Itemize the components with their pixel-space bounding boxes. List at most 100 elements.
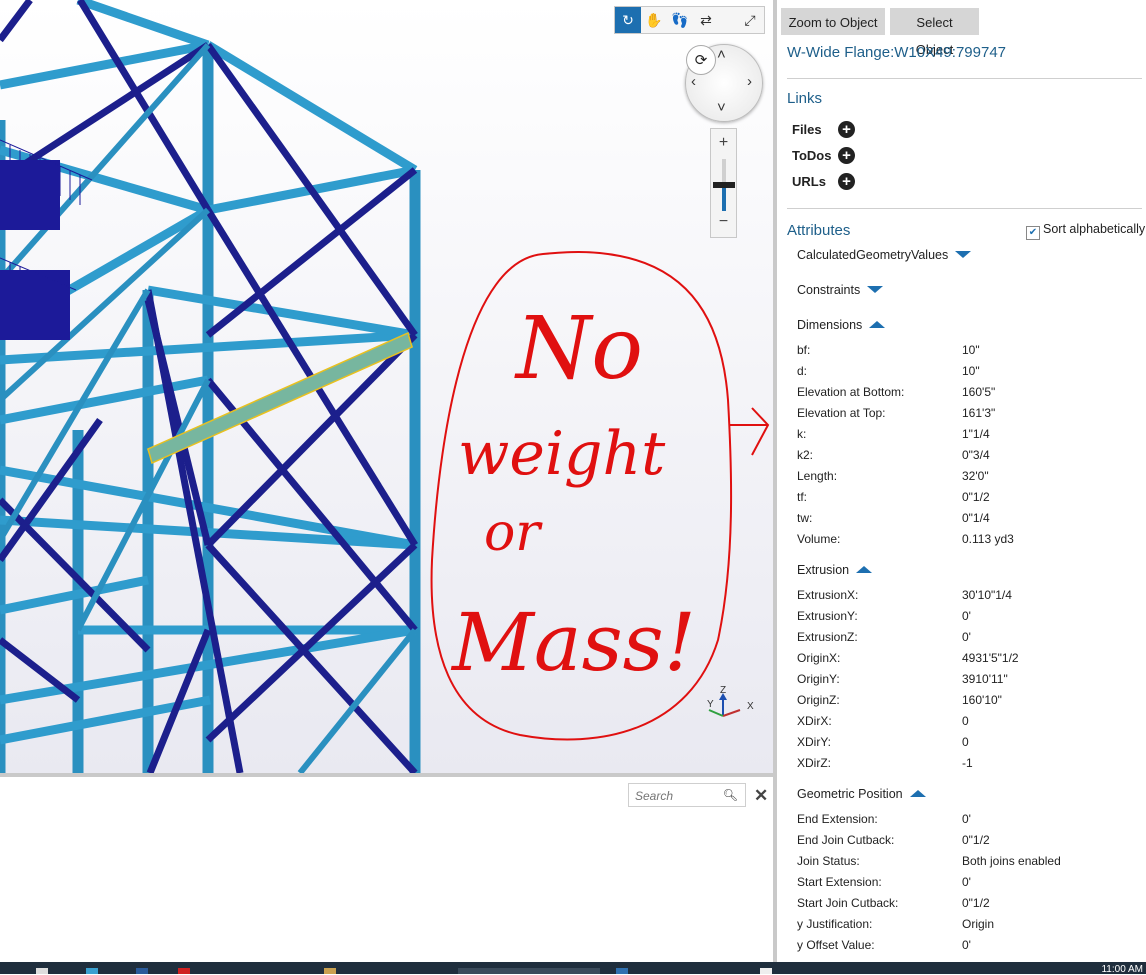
annotation-line-3: or xyxy=(484,503,543,563)
attribute-name: y Justification: xyxy=(797,917,873,931)
dimension-row: d: 10" xyxy=(797,361,1137,382)
attribute-value: -1 xyxy=(962,756,973,770)
attribute-name: ExtrusionY: xyxy=(797,609,858,623)
properties-sidebar: Zoom to Object Select Object W-Wide Flan… xyxy=(777,0,1146,962)
attribute-value: Origin xyxy=(962,917,995,931)
walk-icon[interactable]: 👣 xyxy=(667,7,693,33)
attribute-value: 0 xyxy=(962,735,969,749)
fullscreen-icon[interactable]: ⤢ xyxy=(737,7,763,33)
attribute-value: 0"1/2 xyxy=(962,490,990,504)
zoom-out-button[interactable]: − xyxy=(711,213,736,231)
attribute-value: 32'0" xyxy=(962,469,989,483)
add-file-icon[interactable]: + xyxy=(838,121,855,138)
attribute-value: 0' xyxy=(962,938,971,952)
attribute-value: 0' xyxy=(962,812,971,826)
chevron-down-icon[interactable]: ˅ xyxy=(717,100,726,115)
attributes-heading: Attributes xyxy=(787,222,851,239)
group-geometric-position[interactable]: Geometric Position xyxy=(797,787,926,801)
attribute-name: ExtrusionZ: xyxy=(797,630,858,644)
folder-icon[interactable] xyxy=(324,968,336,974)
dimension-row: Elevation at Top: 161'3" xyxy=(797,403,1137,424)
swap-icon[interactable]: ⇄ xyxy=(693,7,719,33)
steel-structure-model[interactable]: No weight or Mass! xyxy=(0,0,773,773)
extrusion-row: XDirX: 0 xyxy=(797,711,1137,732)
search-icon[interactable]: 🔍︎ xyxy=(723,788,738,802)
select-object-button[interactable]: Select Object xyxy=(890,8,979,57)
geometric-row: End Extension: 0' xyxy=(797,809,1137,830)
app-icon[interactable] xyxy=(86,968,98,974)
model-viewport[interactable]: No weight or Mass! ↻ ✋ 👣 ⇄ ⤢ ˄ ˅ ‹ › ⟳ +… xyxy=(0,0,773,773)
search-input[interactable] xyxy=(633,785,725,807)
attribute-name: End Join Cutback: xyxy=(797,833,895,847)
add-todo-icon[interactable]: + xyxy=(838,147,855,164)
collapse-icon[interactable] xyxy=(869,321,886,328)
attribute-name: OriginZ: xyxy=(797,693,840,707)
browser-icon[interactable] xyxy=(616,968,628,974)
zoom-to-object-button[interactable]: Zoom to Object xyxy=(781,8,885,35)
group-extrusion[interactable]: Extrusion xyxy=(797,563,873,577)
attribute-name: tf: xyxy=(797,490,808,504)
navigation-toolbar: ↻ ✋ 👣 ⇄ ⤢ xyxy=(614,6,765,34)
sort-alphabetically-checkbox[interactable]: ✔ Sort alphabetically xyxy=(1026,222,1145,240)
dimension-row: Length: 32'0" xyxy=(797,466,1137,487)
group-label: Geometric Position xyxy=(797,787,903,801)
attribute-value: 160'10" xyxy=(962,693,1002,707)
orbit-icon[interactable]: ↻ xyxy=(615,7,641,33)
axis-gizmo: Z Y X xyxy=(707,685,754,717)
pan-icon[interactable]: ✋ xyxy=(641,7,667,33)
group-calculated-geometry[interactable]: CalculatedGeometryValues xyxy=(797,248,972,262)
geometric-row: y Offset Value: 0' xyxy=(797,935,1137,956)
axis-y-label: Y xyxy=(707,699,714,710)
geometric-row: Start Extension: 0' xyxy=(797,872,1137,893)
zoom-control: + − xyxy=(710,128,737,238)
attribute-name: OriginY: xyxy=(797,672,840,686)
attribute-value: 0' xyxy=(962,630,971,644)
extrusion-row: OriginZ: 160'10" xyxy=(797,690,1137,711)
expand-icon[interactable] xyxy=(867,286,884,293)
attribute-value: 160'5" xyxy=(962,385,996,399)
close-icon[interactable]: ✕ xyxy=(754,786,768,806)
file-icon[interactable] xyxy=(36,968,48,974)
attribute-value: 0"1/2 xyxy=(962,833,990,847)
group-dimensions[interactable]: Dimensions xyxy=(797,318,886,332)
attribute-name: d: xyxy=(797,364,808,378)
app-icon[interactable] xyxy=(136,968,148,974)
collapse-icon[interactable] xyxy=(856,566,873,573)
group-label: Extrusion xyxy=(797,563,850,577)
checkmark-icon[interactable]: ✔ xyxy=(1026,226,1040,240)
links-urls-label: URLs xyxy=(792,174,826,189)
axis-z-label: Z xyxy=(720,685,726,696)
dimension-row: Volume: 0.113 yd3 xyxy=(797,529,1137,550)
attribute-name: Volume: xyxy=(797,532,841,546)
collapse-icon[interactable] xyxy=(909,790,926,797)
bottom-panel: 🔍︎ ✕ xyxy=(0,773,773,966)
dimension-row: bf: 10" xyxy=(797,340,1137,361)
attribute-value: 1"1/4 xyxy=(962,427,990,441)
app-icon[interactable] xyxy=(760,968,772,974)
links-files-label: Files xyxy=(792,122,822,137)
attribute-name: Start Join Cutback: xyxy=(797,896,899,910)
attribute-name: XDirY: xyxy=(797,735,832,749)
geometric-row: Join Status: Both joins enabled xyxy=(797,851,1137,872)
chevron-up-icon[interactable]: ˄ xyxy=(717,47,726,62)
navigation-wheel[interactable]: ˄ ˅ ‹ › ⟳ xyxy=(685,44,763,122)
attribute-name: Start Extension: xyxy=(797,875,882,889)
geometric-row: Start Join Cutback: 0"1/2 xyxy=(797,893,1137,914)
orbit-center-icon[interactable]: ⟳ xyxy=(686,45,716,75)
links-heading: Links xyxy=(787,90,823,107)
attribute-value: 10" xyxy=(962,364,980,378)
divider xyxy=(787,78,1142,79)
app-icon[interactable] xyxy=(178,968,190,974)
group-constraints[interactable]: Constraints xyxy=(797,283,884,297)
attribute-name: tw: xyxy=(797,511,813,525)
chevron-right-icon[interactable]: › xyxy=(747,74,752,89)
attribute-name: ExtrusionX: xyxy=(797,588,859,602)
add-url-icon[interactable]: + xyxy=(838,173,855,190)
zoom-slider-thumb[interactable] xyxy=(713,182,735,188)
search-box: 🔍︎ xyxy=(628,783,746,807)
chevron-left-icon[interactable]: ‹ xyxy=(691,74,696,89)
expand-icon[interactable] xyxy=(955,251,972,258)
zoom-in-button[interactable]: + xyxy=(711,134,736,152)
active-task[interactable] xyxy=(458,968,600,974)
extrusion-row: OriginX: 4931'5"1/2 xyxy=(797,648,1137,669)
